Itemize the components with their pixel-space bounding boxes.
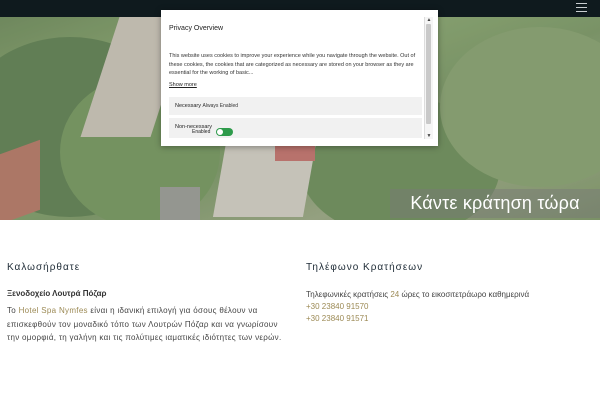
booking-hours-text: Τηλεφωνικές κρατήσεις 24 ώρες το εικοσιτ… — [306, 290, 530, 299]
non-necessary-toggle[interactable] — [216, 128, 233, 136]
toggle-status-label: Enabled — [192, 129, 211, 135]
hamburger-menu-icon[interactable] — [576, 3, 587, 12]
welcome-title: Καλωσήρθατε — [7, 262, 81, 273]
non-necessary-cookies-row[interactable]: Non-necessary Enabled — [169, 118, 422, 138]
phone-link-2[interactable]: +30 23840 91571 — [306, 313, 596, 325]
privacy-overview-modal: Privacy Overview ✕ This website uses coo… — [161, 10, 438, 146]
necessary-cookies-row[interactable]: Necessary Always Enabled — [169, 97, 422, 115]
always-enabled-label: Always Enabled — [202, 103, 239, 109]
booking-title: Τηλέφωνο Κρατήσεων — [306, 262, 424, 273]
arrow-up-icon[interactable]: ▲ — [425, 17, 433, 23]
hotel-name-link: Hotel Spa Nymfes — [18, 306, 88, 315]
privacy-text: This website uses cookies to improve you… — [169, 53, 416, 76]
phone-link-1[interactable]: +30 23840 91570 — [306, 301, 596, 313]
arrow-down-icon[interactable]: ▼ — [425, 133, 433, 139]
welcome-section: Καλωσήρθατε Ξενοδοχείο Λουτρά Πόζαρ Το H… — [7, 262, 292, 345]
scroll-thumb[interactable] — [426, 24, 431, 124]
booking-section: Τηλέφωνο Κρατήσεων Τηλεφωνικές κρατήσεις… — [306, 262, 596, 325]
necessary-label: Necessary — [175, 103, 201, 109]
show-more-link[interactable]: Show more — [169, 82, 197, 88]
modal-scrollbar[interactable]: ▲ ▼ — [424, 17, 433, 139]
book-now-button[interactable]: Κάντε κράτηση τώρα — [390, 189, 600, 218]
welcome-paragraph: Το Hotel Spa Nymfes είναι η ιδανική επιλ… — [7, 306, 282, 342]
privacy-title: Privacy Overview — [169, 25, 224, 32]
hotel-subtitle: Ξενοδοχείο Λουτρά Πόζαρ — [7, 289, 107, 298]
